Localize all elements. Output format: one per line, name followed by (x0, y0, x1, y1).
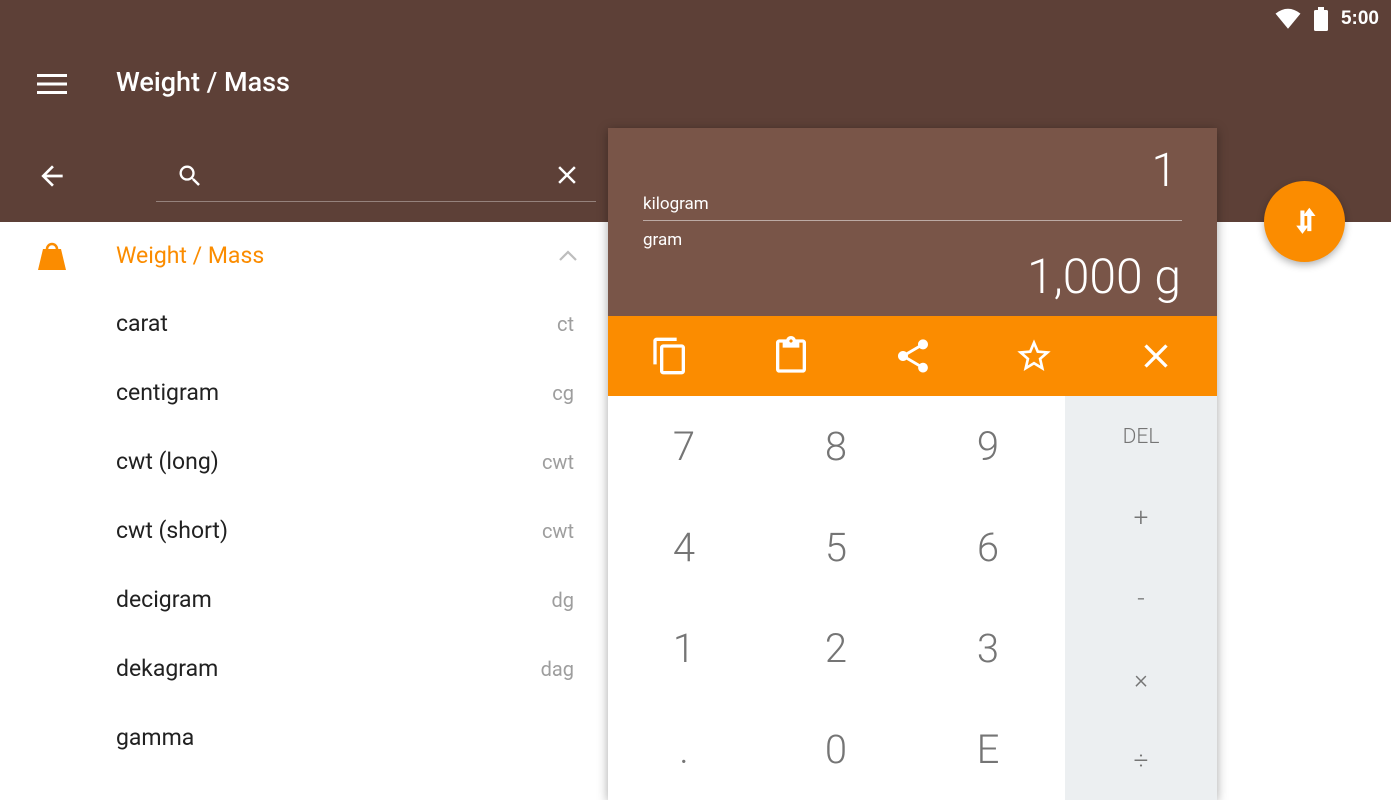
wifi-icon (1275, 8, 1301, 29)
input-value[interactable]: 1 (1151, 144, 1177, 198)
number-keypad: 7 8 9 4 5 6 1 2 3 . 0 E (608, 396, 1065, 800)
unit-abbr: dg (551, 588, 574, 612)
key-6[interactable]: 6 (912, 497, 1064, 598)
minus-button[interactable]: - (1065, 558, 1217, 639)
status-bar: 5:00 (1275, 6, 1379, 32)
conversion-display: 1 kilogram gram 1,000 g (608, 128, 1217, 316)
key-8[interactable]: 8 (760, 396, 912, 497)
paste-icon[interactable] (771, 336, 811, 376)
category-label: Weight / Mass (116, 242, 265, 269)
result-value: 1,000 g (1026, 248, 1181, 305)
list-item[interactable]: decigram dg (0, 566, 608, 635)
unit-name: cwt (long) (116, 448, 219, 475)
delete-button[interactable]: DEL (1065, 396, 1217, 477)
key-5[interactable]: 5 (760, 497, 912, 598)
unit-list: Weight / Mass carat ct centigram cg cwt … (0, 222, 608, 800)
unit-abbr: cwt (541, 450, 574, 474)
list-item[interactable]: carat ct (0, 290, 608, 359)
search-input[interactable] (220, 158, 540, 194)
key-9[interactable]: 9 (912, 396, 1064, 497)
list-item[interactable]: dekagram dag (0, 635, 608, 704)
unit-name: centigram (116, 379, 219, 406)
multiply-button[interactable]: × (1065, 639, 1217, 720)
unit-abbr: cg (552, 381, 574, 405)
battery-icon (1313, 7, 1328, 31)
swap-units-icon (1296, 207, 1316, 234)
unit-name: dekagram (116, 655, 219, 682)
chevron-up-icon[interactable] (556, 244, 580, 268)
converter-card: 1 kilogram gram 1,000 g 7 8 9 4 5 6 1 2 … (608, 128, 1217, 800)
star-icon[interactable] (1014, 336, 1054, 376)
action-bar (608, 316, 1217, 396)
key-1[interactable]: 1 (608, 598, 760, 699)
plus-button[interactable]: + (1065, 477, 1217, 558)
swap-units-button[interactable] (1264, 181, 1345, 262)
from-unit-label[interactable]: kilogram (643, 194, 709, 214)
unit-abbr: cwt (541, 519, 574, 543)
list-item[interactable]: cwt (short) cwt (0, 497, 608, 566)
key-0[interactable]: 0 (760, 699, 912, 800)
list-item[interactable]: gamma (0, 704, 608, 773)
page-title: Weight / Mass (116, 66, 290, 98)
arrow-back-icon[interactable] (36, 160, 68, 192)
key-3[interactable]: 3 (912, 598, 1064, 699)
close-icon[interactable] (1136, 336, 1176, 376)
share-icon[interactable] (893, 336, 933, 376)
category-row-weight-mass[interactable]: Weight / Mass (0, 222, 608, 290)
unit-abbr: ct (556, 312, 574, 336)
unit-name: gamma (116, 724, 195, 751)
to-unit-label[interactable]: gram (643, 230, 682, 250)
unit-name: carat (116, 310, 168, 337)
key-2[interactable]: 2 (760, 598, 912, 699)
close-icon[interactable] (552, 160, 582, 190)
hamburger-menu-icon[interactable] (34, 68, 70, 100)
key-4[interactable]: 4 (608, 497, 760, 598)
key-decimal[interactable]: . (608, 699, 760, 800)
operator-keypad: DEL + - × ÷ (1065, 396, 1217, 800)
key-exponent[interactable]: E (912, 699, 1064, 800)
divide-button[interactable]: ÷ (1065, 720, 1217, 800)
list-item[interactable]: centigram cg (0, 359, 608, 428)
unit-name: decigram (116, 586, 212, 613)
key-7[interactable]: 7 (608, 396, 760, 497)
list-item[interactable]: cwt (long) cwt (0, 428, 608, 497)
weight-icon (36, 240, 68, 272)
copy-icon[interactable] (650, 336, 690, 376)
search-icon (176, 162, 204, 190)
unit-abbr: dag (540, 657, 574, 681)
unit-name: cwt (short) (116, 517, 228, 544)
divider (643, 220, 1182, 221)
search-bar (156, 150, 596, 202)
status-time: 5:00 (1340, 8, 1379, 29)
